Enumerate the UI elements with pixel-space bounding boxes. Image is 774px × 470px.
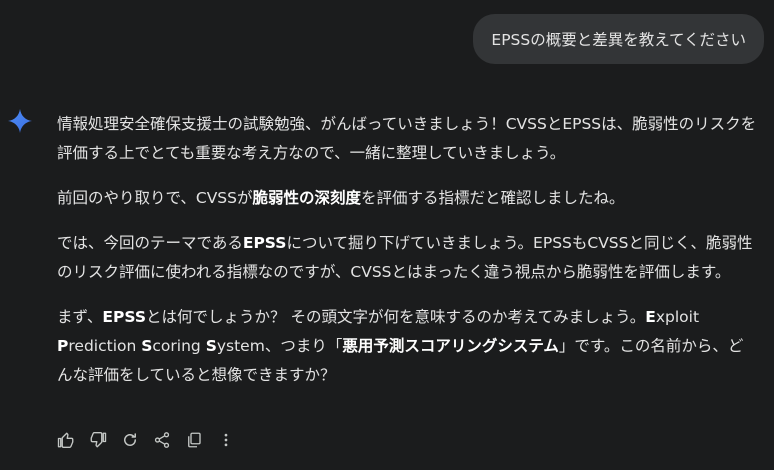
- response-actions: [54, 428, 246, 452]
- bold-term: 脆弱性の深刻度: [252, 189, 362, 207]
- paragraph-text: xploit: [655, 308, 700, 326]
- paragraph-text: 情報処理安全確保支援士の試験勉強、がんばっていきましょう！CVSSとEPSSは、…: [57, 115, 757, 162]
- response-paragraph-4: まず、EPSSとは何でしょうか？ その頭文字が何を意味するのか考えてみましょう。…: [57, 303, 757, 390]
- thumbs-up-button[interactable]: [54, 428, 78, 452]
- paragraph-text: coring: [152, 337, 206, 355]
- share-button[interactable]: [150, 428, 174, 452]
- bold-term: EPSS: [102, 308, 147, 326]
- thumbs-down-icon: [90, 431, 107, 448]
- paragraph-text: rediction: [68, 337, 142, 355]
- bold-initial: S: [205, 337, 217, 355]
- paragraph-text: とは何でしょうか？ その頭文字が何を意味するのか考えてみましょう。: [146, 308, 646, 326]
- paragraph-text: まず、: [57, 308, 103, 326]
- chat-page: EPSSの概要と差異を教えてください 情報処理安全確保支援士の試験勉強、がんばっ…: [0, 0, 774, 470]
- regenerate-icon: [124, 433, 136, 446]
- gemini-sparkle-icon: [8, 109, 32, 133]
- regenerate-button[interactable]: [118, 428, 142, 452]
- bold-term: 悪用予測スコアリングシステム: [342, 337, 559, 355]
- bold-initial: S: [141, 337, 153, 355]
- bold-initial: P: [57, 337, 69, 355]
- copy-icon: [188, 432, 201, 448]
- paragraph-text: では、今回のテーマである: [57, 234, 243, 252]
- assistant-response: 情報処理安全確保支援士の試験勉強、がんばっていきましょう！CVSSとEPSSは、…: [57, 110, 757, 406]
- user-message-bubble: EPSSの概要と差異を教えてください: [473, 14, 764, 64]
- paragraph-text: ystem、つまり「: [216, 337, 343, 355]
- response-paragraph-1: 情報処理安全確保支援士の試験勉強、がんばっていきましょう！CVSSとEPSSは、…: [57, 110, 757, 168]
- paragraph-text: を評価する指標だと確認しましたね。: [361, 189, 625, 207]
- more-options-icon: [224, 433, 228, 447]
- copy-button[interactable]: [182, 428, 206, 452]
- paragraph-text: 前回のやり取りで、CVSSが: [57, 189, 253, 207]
- bold-initial: E: [645, 308, 656, 326]
- thumbs-down-button[interactable]: [86, 428, 110, 452]
- response-paragraph-3: では、今回のテーマであるEPSSについて掘り下げていきましょう。EPSSもCVS…: [57, 229, 757, 287]
- user-message-text: EPSSの概要と差異を教えてください: [491, 31, 746, 49]
- share-icon: [154, 432, 170, 448]
- bold-term: EPSS: [242, 234, 287, 252]
- thumbs-up-icon: [57, 432, 74, 449]
- response-paragraph-2: 前回のやり取りで、CVSSが脆弱性の深刻度を評価する指標だと確認しましたね。: [57, 184, 757, 213]
- more-options-button[interactable]: [214, 428, 238, 452]
